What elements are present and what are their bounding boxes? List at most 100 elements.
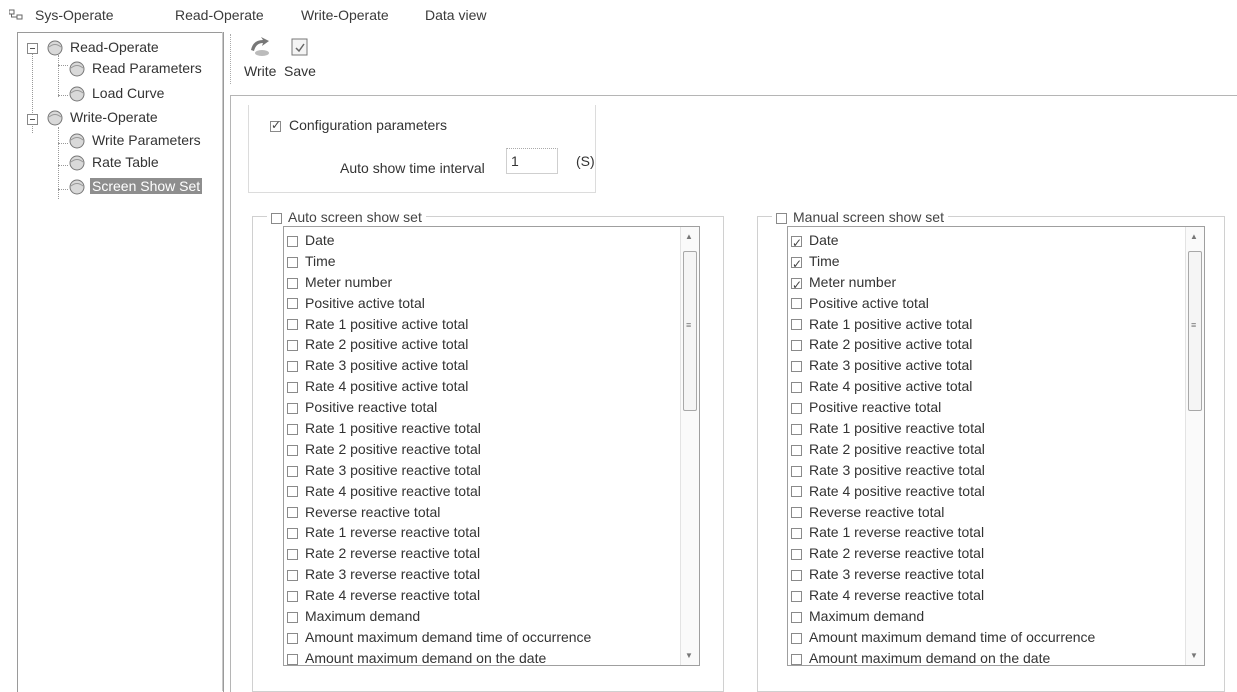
list-item[interactable]: Rate 3 positive reactive total <box>287 460 591 481</box>
auto-screen-title[interactable]: Auto screen show set <box>267 209 426 225</box>
checkbox-icon[interactable] <box>791 570 802 582</box>
collapse-write-operate-icon[interactable] <box>27 114 38 125</box>
list-item[interactable]: Reverse reactive total <box>287 502 591 523</box>
write-button[interactable]: Write <box>244 36 276 79</box>
checkbox-icon[interactable] <box>791 254 802 274</box>
checkbox-icon[interactable] <box>287 277 298 289</box>
checkbox-icon[interactable] <box>287 340 298 352</box>
list-item[interactable]: Rate 1 positive active total <box>791 314 1095 335</box>
checkbox-icon[interactable] <box>791 632 802 644</box>
checkbox-icon[interactable] <box>791 298 802 310</box>
menu-read-operate[interactable]: Read-Operate <box>175 7 264 23</box>
list-item[interactable]: Rate 1 positive reactive total <box>287 418 591 439</box>
checkbox-icon[interactable] <box>791 611 802 623</box>
auto-list-scrollbar[interactable]: ▲ ≡ ▼ <box>680 227 699 665</box>
list-item[interactable]: Rate 3 positive active total <box>791 355 1095 376</box>
checkbox-icon[interactable] <box>791 361 802 373</box>
list-item[interactable]: Meter number <box>791 272 1095 295</box>
list-item[interactable]: Rate 3 positive reactive total <box>791 460 1095 481</box>
list-item[interactable]: Rate 3 positive active total <box>287 355 591 376</box>
manual-screen-title[interactable]: Manual screen show set <box>772 209 948 225</box>
list-item[interactable]: Reverse reactive total <box>791 502 1095 523</box>
manual-screen-list[interactable]: Date Time Meter number Positive active tota… <box>787 226 1205 666</box>
list-item[interactable]: Maximum demand <box>287 606 591 627</box>
manual-list-scrollbar[interactable]: ▲ ≡ ▼ <box>1185 227 1204 665</box>
collapse-read-operate-icon[interactable] <box>27 43 38 54</box>
checkbox-icon[interactable] <box>791 507 802 519</box>
checkbox-icon[interactable] <box>287 507 298 519</box>
checkbox-icon[interactable] <box>287 570 298 582</box>
scroll-up-icon[interactable]: ▲ <box>685 232 693 241</box>
checkbox-icon[interactable] <box>791 444 802 456</box>
list-item[interactable]: Rate 1 positive reactive total <box>791 418 1095 439</box>
checkbox-icon[interactable] <box>270 118 281 132</box>
checkbox-icon[interactable] <box>791 465 802 477</box>
scroll-up-icon[interactable]: ▲ <box>1190 232 1198 241</box>
list-item[interactable]: Rate 1 reverse reactive total <box>287 522 591 543</box>
checkbox-icon[interactable] <box>287 632 298 644</box>
checkbox-icon[interactable] <box>287 444 298 456</box>
scroll-thumb[interactable]: ≡ <box>683 251 697 411</box>
list-item[interactable]: Positive reactive total <box>287 397 591 418</box>
list-item[interactable]: Maximum demand <box>791 606 1095 627</box>
list-item[interactable]: Rate 4 positive active total <box>791 376 1095 397</box>
list-item[interactable]: Positive active total <box>287 293 591 314</box>
checkbox-icon[interactable] <box>287 528 298 540</box>
checkbox-icon[interactable] <box>287 382 298 394</box>
menu-data-view[interactable]: Data view <box>425 7 486 23</box>
scroll-thumb[interactable]: ≡ <box>1188 251 1202 411</box>
list-item[interactable]: Amount maximum demand on the date <box>791 648 1095 665</box>
list-item[interactable]: Amount maximum demand time of occurrence <box>791 627 1095 648</box>
checkbox-icon[interactable] <box>791 423 802 435</box>
list-item[interactable]: Rate 1 reverse reactive total <box>791 522 1095 543</box>
checkbox-icon[interactable] <box>791 590 802 602</box>
menu-write-operate[interactable]: Write-Operate <box>301 7 389 23</box>
checkbox-icon[interactable] <box>287 235 298 247</box>
checkbox-icon[interactable] <box>287 361 298 373</box>
list-item[interactable]: Rate 2 positive reactive total <box>791 439 1095 460</box>
checkbox-icon[interactable] <box>791 275 802 295</box>
list-item[interactable]: Rate 2 positive active total <box>791 334 1095 355</box>
list-item[interactable]: Positive reactive total <box>791 397 1095 418</box>
checkbox-icon[interactable] <box>287 486 298 498</box>
list-item[interactable]: Date <box>791 230 1095 253</box>
checkbox-icon[interactable] <box>791 653 802 665</box>
list-item[interactable]: Rate 1 positive active total <box>287 314 591 335</box>
list-item[interactable]: Positive active total <box>791 293 1095 314</box>
list-item[interactable]: Rate 4 reverse reactive total <box>791 585 1095 606</box>
interval-input[interactable] <box>506 148 558 174</box>
checkbox-icon[interactable] <box>287 423 298 435</box>
config-parameters-checkbox[interactable]: Configuration parameters <box>270 117 447 133</box>
checkbox-icon[interactable] <box>791 402 802 414</box>
checkbox-icon[interactable] <box>287 319 298 331</box>
list-item[interactable]: Rate 2 reverse reactive total <box>791 543 1095 564</box>
checkbox-icon[interactable] <box>791 340 802 352</box>
list-item[interactable]: Time <box>287 251 591 272</box>
list-item[interactable]: Rate 4 positive active total <box>287 376 591 397</box>
checkbox-icon[interactable] <box>791 319 802 331</box>
list-item[interactable]: Amount maximum demand time of occurrence <box>287 627 591 648</box>
list-item[interactable]: Rate 4 positive reactive total <box>791 481 1095 502</box>
checkbox-icon[interactable] <box>791 382 802 394</box>
panel-splitter[interactable] <box>222 32 229 691</box>
checkbox-icon[interactable] <box>287 611 298 623</box>
list-item[interactable]: Meter number <box>287 272 591 293</box>
checkbox-icon[interactable] <box>287 465 298 477</box>
list-item[interactable]: Rate 3 reverse reactive total <box>287 564 591 585</box>
checkbox-icon[interactable] <box>791 549 802 561</box>
list-item[interactable]: Rate 4 reverse reactive total <box>287 585 591 606</box>
checkbox-icon[interactable] <box>287 590 298 602</box>
list-item[interactable]: Date <box>287 230 591 251</box>
list-item[interactable]: Rate 3 reverse reactive total <box>791 564 1095 585</box>
checkbox-icon[interactable] <box>791 528 802 540</box>
menu-sys-operate[interactable]: Sys-Operate <box>35 7 114 23</box>
list-item[interactable]: Rate 4 positive reactive total <box>287 481 591 502</box>
checkbox-icon[interactable] <box>791 233 802 253</box>
list-item[interactable]: Rate 2 positive active total <box>287 334 591 355</box>
checkbox-icon[interactable] <box>287 402 298 414</box>
checkbox-icon[interactable] <box>791 486 802 498</box>
save-button[interactable]: Save <box>284 36 316 79</box>
checkbox-icon[interactable] <box>287 549 298 561</box>
list-item[interactable]: Rate 2 reverse reactive total <box>287 543 591 564</box>
checkbox-icon[interactable] <box>271 212 282 224</box>
